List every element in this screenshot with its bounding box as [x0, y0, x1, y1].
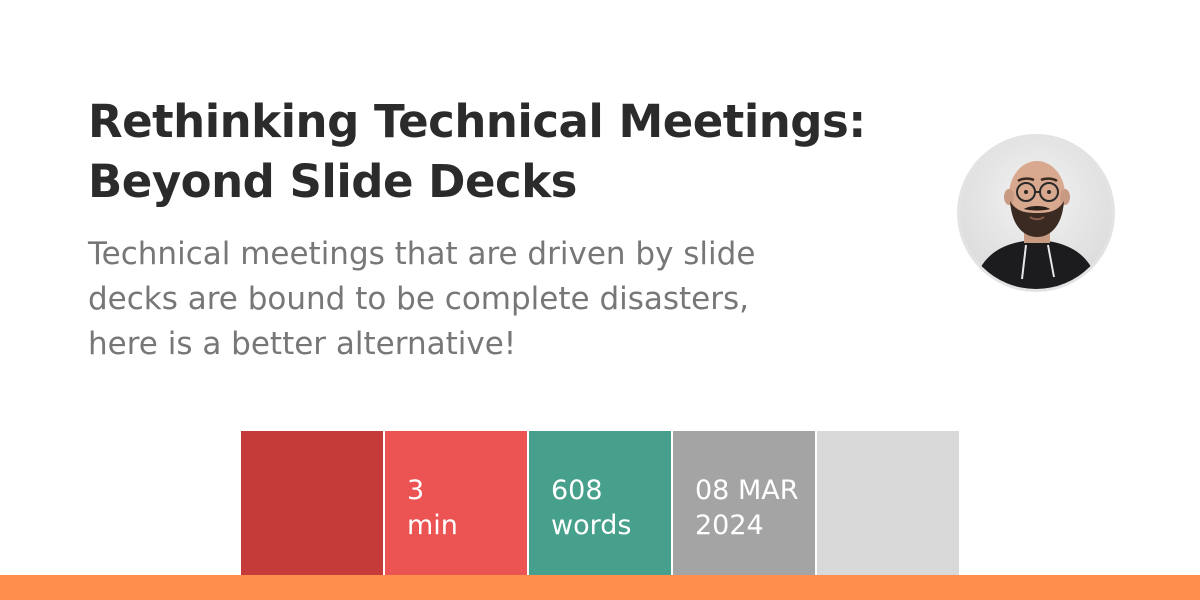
title-line-2: Beyond Slide Decks: [88, 155, 577, 208]
subtitle-line-1: Technical meetings that are driven by sl…: [88, 236, 756, 272]
page-subtitle: Technical meetings that are driven by sl…: [88, 232, 888, 367]
subtitle-line-3: here is a better alternative!: [88, 326, 517, 362]
date-day-month: 08 MAR: [695, 475, 799, 506]
author-avatar: [960, 137, 1112, 289]
stat-block-empty: [817, 431, 959, 575]
subtitle-line-2: decks are bound to be complete disasters…: [88, 281, 750, 317]
word-count-value: 608: [551, 475, 603, 506]
author-portrait-icon: [960, 137, 1112, 289]
stat-block-reading-time: 3 min: [385, 431, 529, 575]
reading-time-value: 3: [407, 475, 425, 506]
page-title: Rethinking Technical Meetings: Beyond Sl…: [88, 92, 908, 212]
bottom-accent-bar: [0, 575, 1200, 600]
stat-block-accent: [241, 431, 385, 575]
title-line-1: Rethinking Technical Meetings:: [88, 95, 866, 148]
stat-block-date: 08 MAR 2024: [673, 431, 817, 575]
word-count-unit: words: [551, 510, 632, 541]
post-stats-bar: 3 min 608 words 08 MAR 2024: [241, 431, 959, 575]
date-year: 2024: [695, 510, 764, 541]
stat-block-word-count: 608 words: [529, 431, 673, 575]
reading-time-unit: min: [407, 510, 458, 541]
